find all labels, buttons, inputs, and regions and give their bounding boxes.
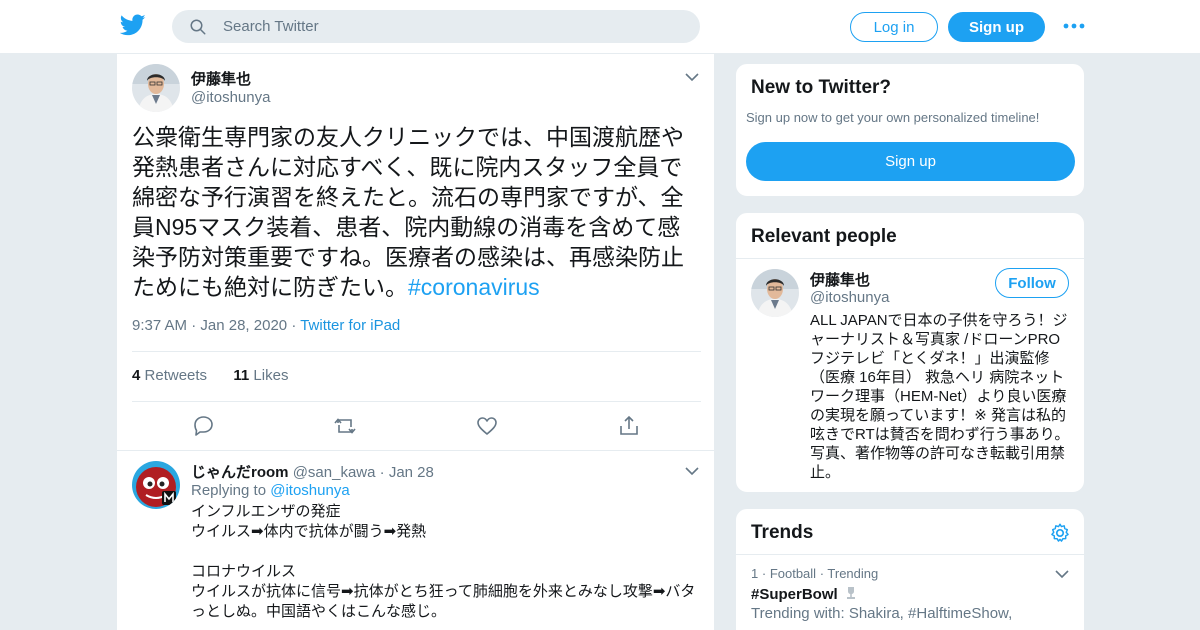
trends-title: Trends — [751, 522, 814, 543]
trend-meta: 1 · Football · Trending — [751, 566, 1071, 581]
share-icon[interactable] — [617, 414, 641, 438]
meta-separator: · — [761, 566, 770, 581]
likes-count: 11 — [233, 367, 250, 384]
reply-menu-chevron-down-icon[interactable] — [685, 466, 699, 476]
retweets-label: Retweets — [144, 367, 208, 384]
divider — [736, 258, 1084, 259]
trend-hashtag: #SuperBowl — [751, 586, 838, 603]
author-avatar[interactable] — [132, 64, 180, 112]
trends-settings-gear-icon[interactable] — [1049, 522, 1071, 544]
trends-card: Trends 1 · Football · Trending #SuperBow… — [735, 508, 1085, 630]
divider — [736, 554, 1084, 555]
login-button[interactable]: Log in — [850, 12, 938, 42]
reply-header: じゃんだroom @san_kawa · Jan 28 — [191, 461, 434, 482]
trend-category: Football — [769, 566, 817, 581]
tweet-separator — [117, 450, 714, 451]
signup-button-sidebar[interactable]: Sign up — [746, 142, 1075, 181]
search-placeholder[interactable]: Search Twitter — [223, 18, 319, 35]
new-to-twitter-title: New to Twitter? — [751, 77, 892, 98]
retweets-stat[interactable]: 4 Retweets — [132, 367, 207, 384]
reply-author-avatar[interactable] — [132, 461, 180, 509]
author-handle[interactable]: @itoshunya — [191, 89, 270, 106]
author-photo-icon — [132, 64, 180, 112]
tweet-time[interactable]: 9:37 AM — [132, 317, 187, 334]
tweet-date[interactable]: Jan 28, 2020 — [200, 317, 287, 334]
new-to-twitter-subtitle: Sign up now to get your own personalized… — [746, 110, 1040, 125]
main-timeline-column: 伊藤隼也 @itoshunya 公衆衛生専門家の友人クリニックでは、中国渡航歴や… — [116, 54, 715, 630]
hashtag-link[interactable]: #coronavirus — [408, 274, 540, 300]
search-box[interactable]: Search Twitter — [172, 10, 700, 43]
reply-date[interactable]: Jan 28 — [389, 464, 434, 481]
top-navigation-bar: Search Twitter Log in Sign up — [0, 0, 1200, 54]
reply-text: インフルエンザの発症 ウイルス➡体内で抗体が闘う➡発熱 コロナウイルス ウイルス… — [191, 503, 696, 620]
divider — [132, 401, 701, 402]
tweet-timestamp: 9:37 AM · Jan 28, 2020 · Twitter for iPa… — [132, 317, 400, 334]
tweet-text: 公衆衛生専門家の友人クリニックでは、中国渡航歴や発熱患者さんに対応すべく、既に院… — [132, 122, 702, 302]
person-name[interactable]: 伊藤隼也 — [810, 269, 870, 290]
relevant-people-title: Relevant people — [751, 226, 897, 247]
likes-label: Likes — [253, 367, 289, 384]
divider — [132, 351, 701, 352]
meta-separator: · — [191, 317, 201, 334]
person-avatar[interactable] — [751, 269, 799, 317]
retweets-count: 4 — [132, 367, 141, 384]
person-bio: ALL JAPANで日本の子供を守ろう！ジャーナリスト＆写真家 /ドローンPRO… — [810, 312, 1070, 481]
relevant-people-card: Relevant people 伊藤隼也 @itoshunya Follow A… — [735, 212, 1085, 493]
replying-to-handle-link[interactable]: @itoshunya — [270, 482, 349, 499]
search-icon — [190, 19, 206, 34]
trend-menu-chevron-down-icon[interactable] — [1055, 569, 1069, 579]
person-handle[interactable]: @itoshunya — [810, 289, 889, 306]
retweet-icon[interactable] — [333, 414, 357, 438]
author-name[interactable]: 伊藤隼也 — [191, 68, 251, 89]
more-options-icon[interactable] — [1062, 18, 1086, 34]
trend-context: Trending with: Shakira, #HalftimeShow, — [751, 605, 1013, 622]
reply-icon[interactable] — [191, 414, 215, 438]
tweet-source-link[interactable]: Twitter for iPad — [300, 317, 400, 334]
follow-button[interactable]: Follow — [995, 268, 1069, 298]
replying-to-label: Replying to — [191, 482, 267, 499]
twitter-bird-logo-icon[interactable] — [120, 12, 146, 38]
new-to-twitter-card: New to Twitter? Sign up now to get your … — [735, 63, 1085, 197]
signup-button-top[interactable]: Sign up — [948, 12, 1045, 42]
likes-stat[interactable]: 11 Likes — [233, 367, 288, 384]
tweet-stats: 4 Retweets 11 Likes — [132, 367, 288, 384]
reply-author-photo-icon — [132, 461, 180, 509]
trend-name: #SuperBowl — [751, 585, 1071, 603]
reply-author-handle[interactable]: @san_kawa — [293, 464, 376, 481]
meta-separator: · — [291, 317, 301, 334]
tweet-menu-chevron-down-icon[interactable] — [685, 72, 699, 82]
like-heart-icon[interactable] — [475, 414, 499, 438]
meta-separator: · — [379, 464, 389, 481]
reply-author-name[interactable]: じゃんだroom — [191, 464, 289, 481]
replying-to-line: Replying to @itoshunya — [191, 482, 350, 499]
trend-item[interactable]: 1 · Football · Trending #SuperBowl Trend… — [751, 566, 1071, 622]
person-photo-icon — [751, 269, 799, 317]
trend-rank: 1 — [751, 566, 759, 581]
trophy-hashflag-icon — [846, 587, 855, 599]
trend-status: Trending — [827, 566, 879, 581]
